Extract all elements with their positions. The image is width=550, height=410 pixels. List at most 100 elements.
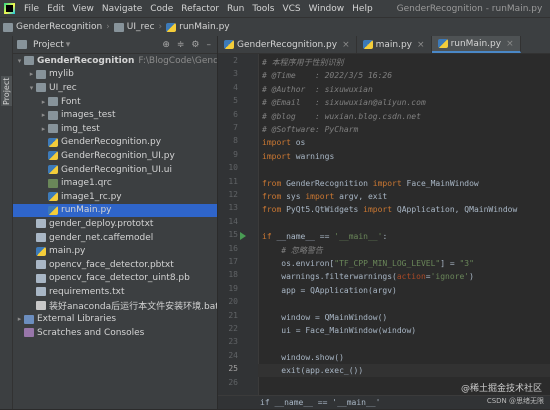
menu-help[interactable]: Help (348, 4, 377, 14)
tree-item-label: GenderRecognition_UI.py (61, 150, 175, 161)
crumb-folder[interactable]: UI_rec (111, 22, 158, 32)
chevron-right-icon[interactable]: ▸ (27, 70, 36, 78)
code-line[interactable]: # @Author : sixuwuxian (258, 83, 550, 96)
menu-tools[interactable]: Tools (248, 4, 278, 14)
menu-view[interactable]: View (69, 4, 98, 14)
code-line[interactable] (258, 337, 550, 350)
code-line[interactable]: # @blog : wuxian.blog.csdn.net (258, 110, 550, 123)
tree-item[interactable]: opencv_face_detector_uint8.pb (13, 272, 217, 286)
tree-item[interactable]: Scratches and Consoles (13, 326, 217, 340)
code-line[interactable] (258, 163, 550, 176)
code-line[interactable]: ui = Face_MainWindow(window) (258, 324, 550, 337)
code-line[interactable]: from sys import argv, exit (258, 190, 550, 203)
run-icon[interactable] (240, 232, 246, 241)
code-line[interactable]: # @Software: PyCharm (258, 123, 550, 136)
text-file-icon (36, 219, 46, 229)
tree-item[interactable]: GenderRecognition_UI.ui (13, 163, 217, 177)
code-area[interactable]: # 本程序用于性别识别 # @Time : 2022/3/5 16:26 # @Au… (258, 54, 550, 395)
text-file-icon (36, 260, 46, 270)
line-number: 20 (228, 297, 238, 307)
line-number: 2 (233, 56, 238, 65)
code-line[interactable]: window.show() (258, 351, 550, 364)
gear-icon[interactable]: ⚙ (191, 40, 199, 50)
tree-item[interactable]: requirements.txt (13, 285, 217, 299)
code-line[interactable]: import warnings (258, 150, 550, 163)
chevron-right-icon[interactable]: ▸ (39, 98, 48, 106)
folder-icon (48, 110, 58, 120)
locate-icon[interactable]: ⊕ (162, 40, 170, 50)
menu-edit[interactable]: Edit (43, 4, 68, 14)
close-icon[interactable]: × (342, 40, 350, 50)
menu-file[interactable]: File (20, 4, 43, 14)
line-number: 21 (228, 310, 238, 320)
code-line[interactable]: os.environ["TF_CPP_MIN_LOG_LEVEL"] = "3" (258, 257, 550, 270)
editor-tab[interactable]: runMain.py × (431, 36, 521, 53)
tree-item[interactable]: ▾ UI_rec (13, 81, 217, 95)
menu-run[interactable]: Run (223, 4, 248, 14)
tree-root[interactable]: ▾ GenderRecognition F:\BlogCode\GenderRe… (13, 54, 217, 68)
chevron-right-icon[interactable]: ▸ (39, 125, 48, 133)
tree-item[interactable]: 装好anaconda后运行本文件安装环境.bat (13, 299, 217, 313)
resource-file-icon (48, 178, 58, 188)
tree-item-label: img_test (61, 123, 100, 134)
menu-code[interactable]: Code (146, 4, 177, 14)
code-line[interactable]: window = QMainWindow() (258, 311, 550, 324)
tree-item[interactable]: ▸ Font (13, 95, 217, 109)
tree-item[interactable]: ▸ images_test (13, 108, 217, 122)
tree-item[interactable]: image1_rc.py (13, 190, 217, 204)
project-tool-button[interactable]: Project (1, 76, 12, 106)
code-line[interactable]: app = QApplication(argv) (258, 284, 550, 297)
tree-item-label: gender_deploy.prototxt (49, 218, 154, 229)
tree-item-label: 装好anaconda后运行本文件安装环境.bat (49, 301, 218, 312)
crumb-project-label: GenderRecognition (16, 22, 103, 32)
menu-window[interactable]: Window (305, 4, 349, 14)
crumb-project[interactable]: GenderRecognition (0, 22, 105, 32)
chevron-right-icon[interactable]: ▸ (15, 315, 24, 323)
code-line[interactable]: # @Email : sixuwuxian@aliyun.com (258, 96, 550, 109)
tree-item[interactable]: ▸ External Libraries (13, 312, 217, 326)
crumb-file[interactable]: runMain.py (163, 22, 233, 32)
close-icon[interactable]: × (506, 39, 514, 49)
code-line[interactable]: # 本程序用于性别识别 (258, 56, 550, 69)
tree-item[interactable]: ▸ img_test (13, 122, 217, 136)
code-line[interactable]: from GenderRecognition import Face_MainW… (258, 177, 550, 190)
editor-tab[interactable]: GenderRecognition.py × (218, 36, 357, 53)
chevron-right-icon[interactable]: ▸ (39, 111, 48, 119)
tree-item[interactable]: GenderRecognition.py (13, 136, 217, 150)
project-panel-title[interactable]: Project (33, 40, 64, 50)
tree-item-label: UI_rec (49, 82, 77, 93)
editor-tab-label: GenderRecognition.py (237, 39, 338, 50)
tree-item[interactable]: GenderRecognition_UI.py (13, 149, 217, 163)
code-line[interactable]: warnings.filterwarnings(action='ignore') (258, 270, 550, 283)
tree-item[interactable]: runMain.py (13, 203, 217, 218)
tree-item[interactable]: image1.qrc (13, 176, 217, 190)
console-icon (24, 328, 34, 338)
code-line[interactable]: if __name__ == '__main__': (258, 230, 550, 243)
collapse-icon[interactable]: ≑ (177, 40, 185, 50)
code-line[interactable] (258, 217, 550, 230)
chevron-down-icon[interactable]: ▾ (27, 84, 36, 92)
tree-item[interactable]: opencv_face_detector.pbtxt (13, 258, 217, 272)
menu-navigate[interactable]: Navigate (98, 4, 146, 14)
python-file-icon (437, 39, 448, 48)
code-line[interactable] (258, 297, 550, 310)
menu-refactor[interactable]: Refactor (177, 4, 223, 14)
code-line[interactable]: from PyQt5.QtWidgets import QApplication… (258, 203, 550, 216)
minimize-icon[interactable]: – (207, 40, 212, 50)
chevron-down-icon[interactable]: ▾ (66, 40, 71, 50)
tree-item[interactable]: ▸ mylib (13, 68, 217, 82)
code-line[interactable]: # 忽略警告 (258, 244, 550, 257)
menu-vcs[interactable]: VCS (278, 4, 304, 14)
tree-item[interactable]: main.py (13, 244, 217, 258)
close-icon[interactable]: × (417, 40, 425, 50)
code-line[interactable]: # @Time : 2022/3/5 16:26 (258, 69, 550, 82)
line-number: 19 (228, 283, 238, 293)
python-file-icon (48, 165, 58, 175)
tree-item[interactable]: gender_net.caffemodel (13, 231, 217, 245)
code-line[interactable]: import os (258, 136, 550, 149)
chevron-down-icon[interactable]: ▾ (15, 57, 24, 65)
line-number: 4 (233, 82, 238, 92)
code-line[interactable]: exit(app.exec_()) (258, 364, 550, 378)
editor-tab[interactable]: main.py × (357, 36, 432, 53)
tree-item[interactable]: gender_deploy.prototxt (13, 217, 217, 231)
